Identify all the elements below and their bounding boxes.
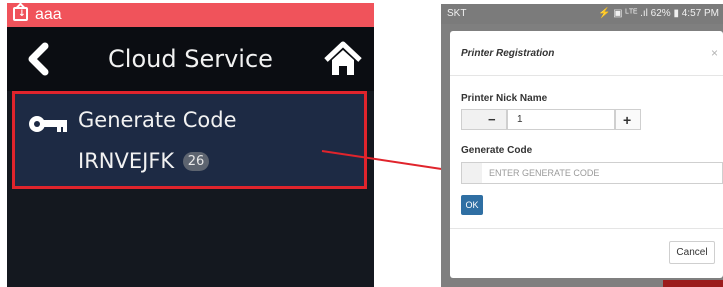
- code-input-placeholder: ENTER GENERATE CODE: [489, 168, 600, 178]
- status-bar: ↓ aaa: [7, 3, 374, 27]
- generate-code-input[interactable]: ENTER GENERATE CODE: [461, 162, 723, 184]
- background-banner: [663, 280, 723, 287]
- generate-code-label: Generate Code: [78, 108, 237, 132]
- status-user-label: aaa: [35, 6, 62, 23]
- plus-icon: +: [623, 112, 632, 128]
- status-indicators: ⚡ ▣ ᴸᵀᴱ .ıl 62% ▮ 4:57 PM: [597, 8, 719, 19]
- nick-name-value: 1: [517, 114, 523, 125]
- close-icon[interactable]: ×: [711, 46, 718, 60]
- increment-button[interactable]: +: [615, 109, 641, 130]
- phone-status-bar: SKT ⚡ ▣ ᴸᵀᴱ .ıl 62% ▮ 4:57 PM: [441, 4, 723, 24]
- generate-code-item[interactable]: Generate Code IRNVEJFK 26: [12, 91, 367, 189]
- minus-icon: −: [488, 112, 496, 127]
- panel-header: Cloud Service: [7, 27, 374, 91]
- generate-code-label: Generate Code: [461, 145, 533, 156]
- dialog-title: Printer Registration: [461, 48, 555, 59]
- decrement-button[interactable]: −: [461, 109, 507, 130]
- key-icon: [29, 116, 67, 132]
- nick-name-input[interactable]: 1: [507, 109, 615, 130]
- header-divider: [450, 75, 723, 76]
- generated-code-value: IRNVEJFK: [78, 149, 175, 173]
- printer-panel: ↓ aaa Cloud Service Generate Code IRNVEJ…: [7, 3, 374, 287]
- ok-button[interactable]: OK: [461, 195, 483, 215]
- phone-screenshot: SKT ⚡ ▣ ᴸᵀᴱ .ıl 62% ▮ 4:57 PM Printer Re…: [441, 4, 723, 287]
- carrier-label: SKT: [447, 8, 467, 19]
- footer-divider: [450, 228, 723, 229]
- input-addon: [462, 163, 482, 183]
- cancel-button[interactable]: Cancel: [669, 241, 715, 264]
- page-title: Cloud Service: [108, 45, 273, 73]
- code-count-badge: 26: [183, 152, 209, 171]
- printer-status-icon: ↓: [13, 7, 28, 21]
- home-icon[interactable]: [323, 39, 363, 79]
- printer-registration-dialog: Printer Registration × Printer Nick Name…: [450, 31, 723, 278]
- nick-name-label: Printer Nick Name: [461, 93, 548, 104]
